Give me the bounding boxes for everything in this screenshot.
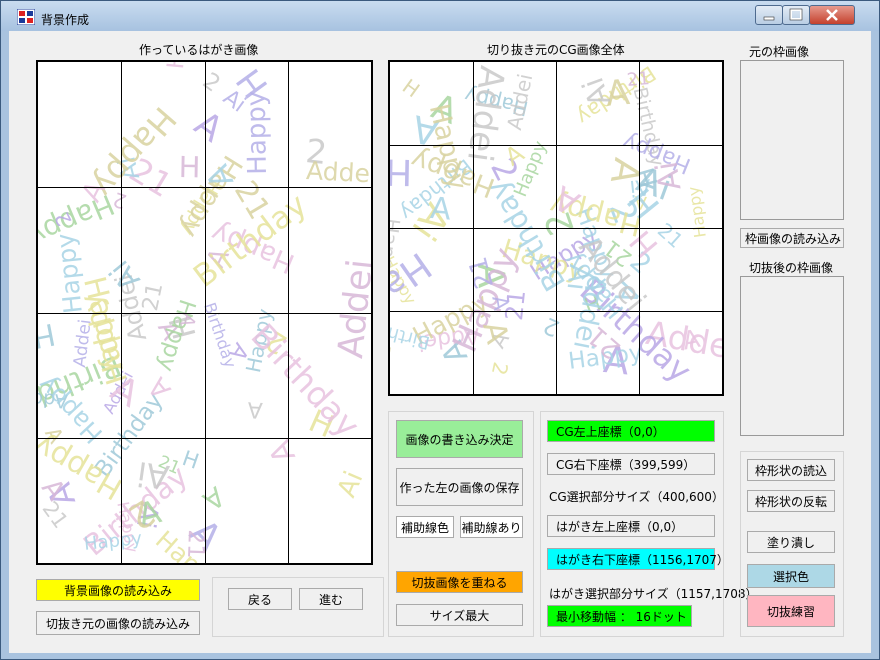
- select-color-button[interactable]: 選択色: [747, 564, 835, 588]
- grid-line: [390, 311, 722, 312]
- max-size-button[interactable]: サイズ最大: [396, 604, 523, 626]
- cg-top-left-coord: CG左上座標（0,0）: [547, 420, 715, 442]
- cutout-practice-button[interactable]: 切抜練習: [747, 595, 835, 627]
- frame-image-label: 元の枠画像: [749, 45, 810, 59]
- source-image-label: 切り抜き元のCG画像全体: [487, 43, 625, 57]
- app-window: 背景作成 作っているはがき画像 Happy Addei Happy A 21 Birthd…: [0, 0, 880, 660]
- grid-line: [38, 313, 371, 314]
- fill-button[interactable]: 塗り潰し: [747, 531, 835, 553]
- postcard-canvas[interactable]: HappyAddeiHappyA21BirthdayAHappyAi2AHHap…: [36, 60, 373, 565]
- minimize-icon: [763, 16, 775, 21]
- grid-line: [390, 228, 722, 229]
- grid-line: [38, 187, 371, 188]
- title-bar[interactable]: 背景作成: [1, 1, 879, 31]
- grid-line: [390, 145, 722, 146]
- cropped-frame-preview: [740, 276, 844, 436]
- source-canvas[interactable]: Happy Addei Happy A 21 Birthday A Happy Ai 2 A H Hap…: [388, 60, 724, 396]
- decor-text: A: [196, 479, 230, 516]
- back-button[interactable]: 戻る: [228, 588, 292, 610]
- cropped-frame-label: 切抜後の枠画像: [749, 261, 834, 275]
- minimize-button[interactable]: [755, 5, 783, 25]
- confirm-write-button[interactable]: 画像の書き込み決定: [396, 420, 523, 458]
- load-background-button[interactable]: 背景画像の読み込み: [36, 579, 200, 601]
- guide-color-button[interactable]: 補助線色: [396, 516, 454, 538]
- min-step-field: 最小移動幅 ： 16ドット: [547, 605, 692, 627]
- postcard-image-label: 作っているはがき画像: [139, 43, 259, 57]
- grid-line: [38, 438, 371, 439]
- invert-shape-button[interactable]: 枠形状の反転: [747, 490, 835, 512]
- decor-text: Addei: [331, 257, 373, 361]
- decor-text: Happy: [36, 315, 58, 369]
- decor-text: 2: [539, 311, 564, 341]
- close-icon: [826, 9, 838, 21]
- decor-text: A: [246, 396, 264, 422]
- maximize-icon: [789, 8, 803, 21]
- decor-text: A: [388, 341, 395, 370]
- decor-text: H: [397, 74, 425, 103]
- decor-text: 2: [486, 360, 513, 378]
- client-area: 作っているはがき画像 HappyAddeiHappyA21BirthdayAHa…: [9, 31, 871, 653]
- frame-preview: [740, 60, 844, 220]
- decor-text: Ai: [332, 466, 370, 502]
- window-title: 背景作成: [41, 13, 90, 27]
- load-frame-button[interactable]: 枠画像の読み込み: [740, 228, 844, 248]
- close-button[interactable]: [809, 5, 855, 25]
- load-source-button[interactable]: 切抜き元の画像の読み込み: [36, 611, 200, 635]
- decor-text: Birthday: [200, 300, 241, 371]
- cg-selection-size: CG選択部分サイズ（400,600）: [549, 490, 724, 504]
- decor-text: Happy: [163, 62, 195, 70]
- forward-button[interactable]: 進む: [299, 588, 363, 610]
- card-selection-size: はがき選択部分サイズ（1157,1708）: [549, 587, 758, 601]
- decor-text: Happy: [683, 185, 710, 239]
- save-left-image-button[interactable]: 作った左の画像の保存: [396, 468, 523, 506]
- decor-text: A: [428, 191, 453, 228]
- card-top-left-coord: はがき左上座標（0,0）: [547, 515, 715, 537]
- decor-text: A: [262, 435, 303, 468]
- decor-text: 21: [138, 280, 169, 314]
- decor-text: Ai: [649, 159, 689, 193]
- load-shape-button[interactable]: 枠形状の読込: [747, 459, 835, 481]
- app-icon: [17, 9, 35, 25]
- decor-text: H: [178, 150, 201, 185]
- decor-text: Addei: [305, 156, 373, 189]
- overlay-cutout-button[interactable]: 切抜画像を重ねる: [396, 571, 523, 593]
- window-controls: [755, 5, 855, 25]
- guide-toggle-button[interactable]: 補助線あり: [460, 516, 523, 538]
- decor-text: Ai: [134, 453, 172, 497]
- decor-text: 2: [197, 68, 225, 98]
- decor-text: A: [187, 104, 230, 151]
- maximize-button[interactable]: [782, 5, 810, 25]
- cg-bottom-right-coord: CG右下座標（399,599）: [547, 453, 715, 475]
- card-bottom-right-coord: はがき右下座標（1156,1707）: [547, 548, 729, 570]
- decor-text: H: [179, 446, 202, 474]
